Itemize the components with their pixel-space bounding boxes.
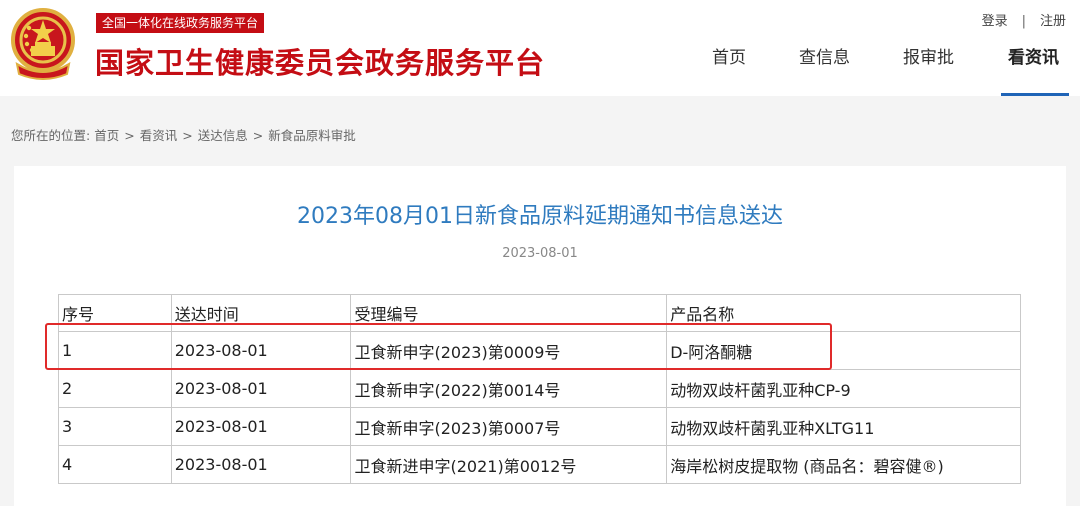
cell-index: 2	[58, 369, 172, 408]
breadcrumb-prefix: 您所在的位置:	[11, 128, 91, 143]
page-title: 2023年08月01日新食品原料延期通知书信息送达	[297, 204, 783, 229]
cell-product-name: 动物双歧杆菌乳亚种CP-9	[666, 369, 1021, 408]
nav-item-news[interactable]: 看资讯	[1008, 46, 1059, 94]
breadcrumb-delivery-info[interactable]: 送达信息	[198, 128, 248, 143]
cell-index: 3	[58, 407, 172, 446]
breadcrumb-arrow: >	[182, 128, 193, 143]
breadcrumb-new-food-approval[interactable]: 新食品原料审批	[268, 128, 356, 143]
cell-acceptance-number: 卫食新进申字(2021)第0012号	[350, 445, 668, 484]
header-delivery-time: 送达时间	[170, 294, 352, 332]
breadcrumb-news[interactable]: 看资讯	[140, 128, 178, 143]
table-header-row: 序号 送达时间 受理编号 产品名称	[58, 294, 1021, 332]
cell-delivery-time: 2023-08-01	[170, 331, 352, 370]
breadcrumb-home[interactable]: 首页	[94, 128, 119, 143]
nav-item-query-info[interactable]: 查信息	[799, 46, 850, 94]
cell-product-name: 海岸松树皮提取物 (商品名：碧容健®)	[666, 445, 1021, 484]
table-row: 1 2023-08-01 卫食新申字(2023)第0009号 D-阿洛酮糖	[58, 331, 1021, 370]
cell-acceptance-number: 卫食新申字(2023)第0007号	[350, 407, 668, 446]
breadcrumb: 您所在的位置: 首页 > 看资讯 > 送达信息 > 新食品原料审批	[11, 125, 356, 144]
breadcrumb-arrow: >	[252, 128, 264, 143]
nav-active-indicator	[1001, 93, 1069, 96]
header-index: 序号	[58, 294, 172, 332]
cell-product-name: D-阿洛酮糖	[666, 331, 1021, 370]
delivery-table: 序号 送达时间 受理编号 产品名称 1 2023-08-01 卫食新申字(202…	[58, 294, 1021, 484]
publish-date: 2023-08-01	[502, 246, 578, 261]
platform-tag[interactable]: 全国一体化在线政务服务平台	[96, 13, 265, 33]
breadcrumb-arrow: >	[124, 128, 135, 143]
cell-acceptance-number: 卫食新申字(2023)第0009号	[350, 331, 668, 370]
cell-acceptance-number: 卫食新申字(2022)第0014号	[350, 369, 668, 408]
header-product-name: 产品名称	[666, 294, 1021, 332]
cell-delivery-time: 2023-08-01	[170, 445, 352, 484]
table-row: 3 2023-08-01 卫食新申字(2023)第0007号 动物双歧杆菌乳亚种…	[58, 407, 1021, 446]
cell-product-name: 动物双歧杆菌乳亚种XLTG11	[666, 407, 1021, 446]
nav-item-submit-approval[interactable]: 报审批	[903, 46, 954, 94]
nav-item-home[interactable]: 首页	[712, 46, 746, 94]
cell-delivery-time: 2023-08-01	[170, 369, 352, 408]
main-nav: 首页 查信息 报审批 看资讯	[0, 46, 1080, 96]
cell-index: 1	[58, 331, 172, 370]
login-link[interactable]: 登录	[982, 14, 1008, 29]
header-acceptance-number: 受理编号	[350, 294, 668, 332]
register-link[interactable]: 注册	[1040, 14, 1066, 29]
cell-delivery-time: 2023-08-01	[170, 407, 352, 446]
account-links: 登录 | 注册	[982, 10, 1066, 29]
cell-index: 4	[58, 445, 172, 484]
site-header: 全国一体化在线政务服务平台 国家卫生健康委员会政务服务平台 登录 | 注册 首页 查…	[0, 0, 1080, 96]
link-separator: |	[1021, 14, 1026, 29]
table-row: 2 2023-08-01 卫食新申字(2022)第0014号 动物双歧杆菌乳亚种…	[58, 369, 1021, 408]
table-row: 4 2023-08-01 卫食新进申字(2021)第0012号 海岸松树皮提取物…	[58, 445, 1021, 484]
